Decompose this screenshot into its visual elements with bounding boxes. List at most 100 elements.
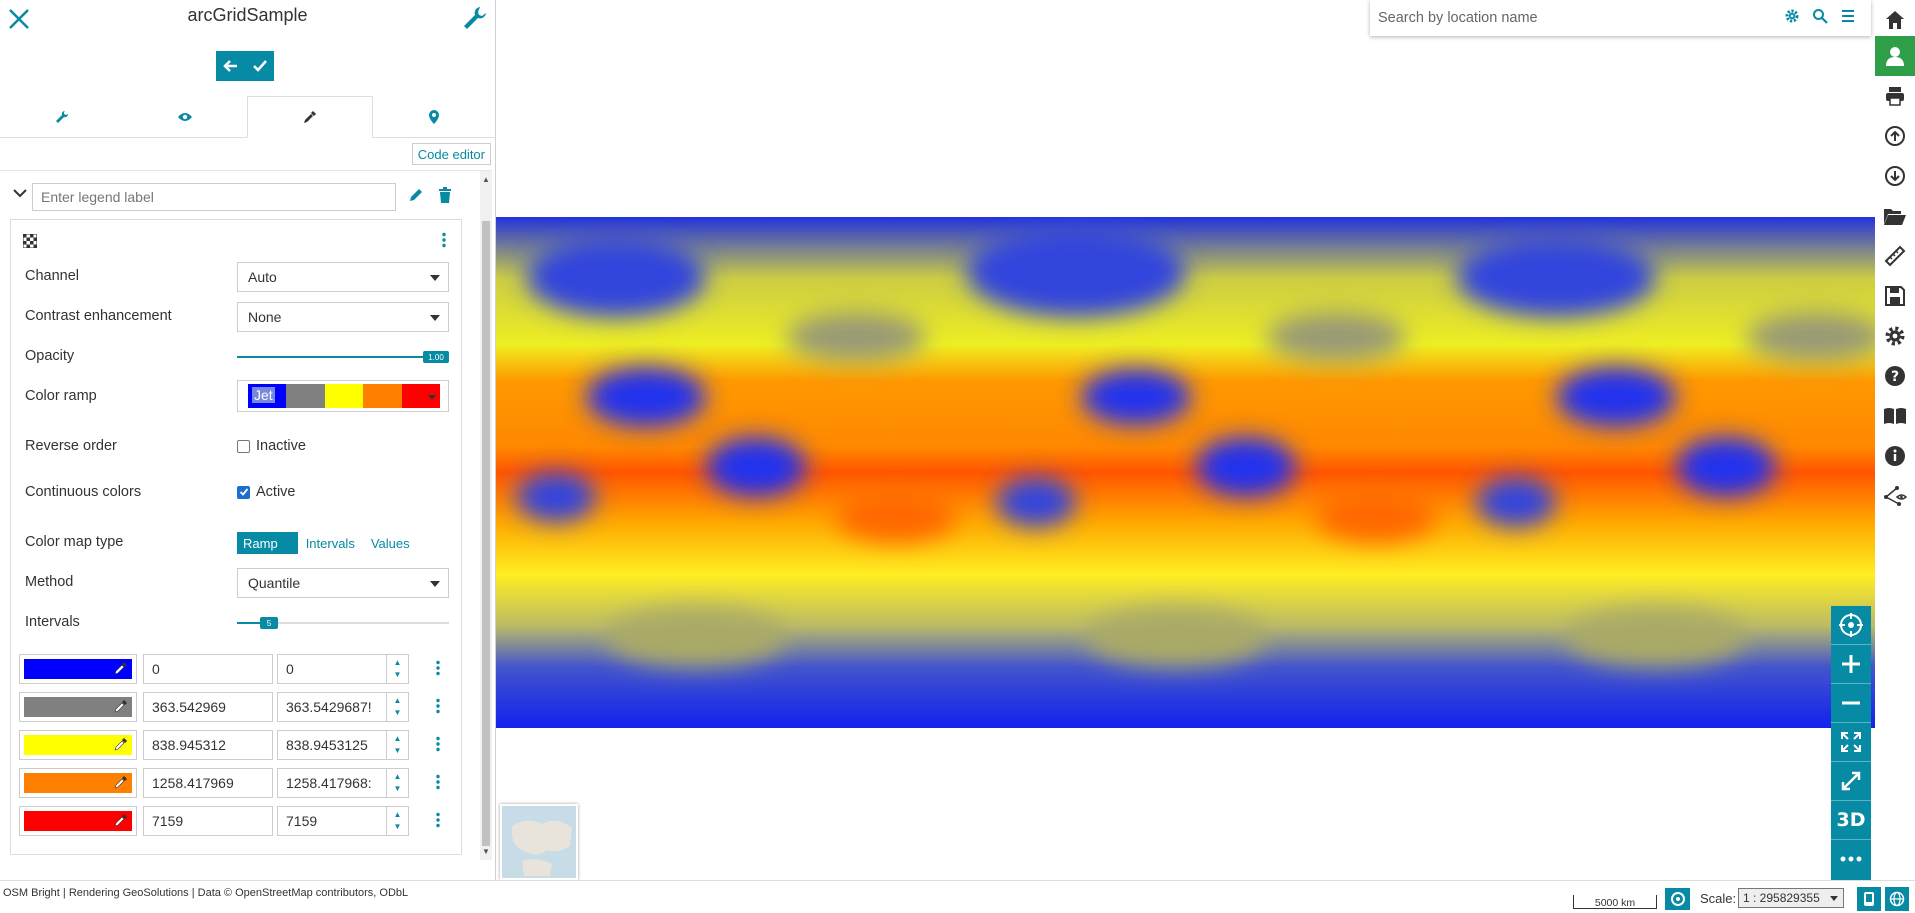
stepper-down-icon[interactable]: ▼ xyxy=(394,784,402,794)
zoom-out-button[interactable] xyxy=(1831,684,1871,722)
scrollbar-thumb[interactable] xyxy=(482,221,490,846)
search-settings-button[interactable] xyxy=(1784,8,1800,27)
stepper-up-icon[interactable]: ▲ xyxy=(394,772,402,782)
back-button[interactable] xyxy=(216,51,245,81)
folder-open-icon xyxy=(1884,209,1906,225)
color-ramp-label: Color ramp xyxy=(25,388,97,404)
opacity-slider[interactable]: 1.00 xyxy=(237,351,449,363)
entry-quantity-input[interactable] xyxy=(143,654,273,684)
confirm-button[interactable] xyxy=(245,51,274,81)
tab-display[interactable] xyxy=(124,96,248,137)
map-attribution: OSM Bright | Rendering GeoSolutions | Da… xyxy=(3,887,409,899)
entry-label-input[interactable] xyxy=(277,654,387,684)
stepper-up-icon[interactable]: ▲ xyxy=(394,810,402,820)
entry-menu-button[interactable] xyxy=(435,660,441,679)
intervals-slider-handle[interactable]: 5 xyxy=(260,617,278,629)
entry-menu-button[interactable] xyxy=(435,774,441,793)
zoom-to-extent-button[interactable] xyxy=(1831,723,1871,761)
about-button[interactable] xyxy=(1875,436,1915,476)
color-map-type-values[interactable]: Values xyxy=(363,532,418,554)
print-button[interactable] xyxy=(1875,76,1915,116)
crs-selector-button[interactable] xyxy=(1665,888,1690,910)
method-value: Quantile xyxy=(248,575,301,591)
scroll-down-arrow[interactable]: ▼ xyxy=(482,847,490,856)
tab-style[interactable] xyxy=(247,96,373,138)
mobile-toggle-button[interactable] xyxy=(1857,887,1881,911)
tab-feature-info[interactable] xyxy=(373,96,497,137)
intervals-slider[interactable]: 5 xyxy=(237,617,449,629)
scroll-up-arrow[interactable]: ▲ xyxy=(482,175,490,184)
fullscreen-button[interactable] xyxy=(1831,762,1871,800)
color-map-type-ramp[interactable]: Ramp xyxy=(237,532,298,554)
search-menu-button[interactable] xyxy=(1840,8,1856,27)
color-map-type-intervals[interactable]: Intervals xyxy=(298,532,363,554)
contrast-select[interactable]: None xyxy=(237,302,449,332)
entry-label-input[interactable] xyxy=(277,768,387,798)
crosshair-icon xyxy=(1839,613,1863,637)
tab-general[interactable] xyxy=(0,96,124,137)
help-button[interactable]: ? xyxy=(1875,356,1915,396)
stepper-down-icon[interactable]: ▼ xyxy=(394,670,402,680)
open-map-button[interactable] xyxy=(1875,196,1915,236)
save-button[interactable] xyxy=(1875,276,1915,316)
entry-menu-button[interactable] xyxy=(435,812,441,831)
settings-button[interactable] xyxy=(1875,316,1915,356)
entry-quantity-input[interactable] xyxy=(143,806,273,836)
raster-layer-image[interactable] xyxy=(496,217,1875,728)
entry-color-picker[interactable] xyxy=(19,768,137,798)
legend-label-input[interactable] xyxy=(32,183,396,211)
stepper-up-icon[interactable]: ▲ xyxy=(394,658,402,668)
phone-icon xyxy=(1864,892,1874,906)
home-icon xyxy=(1886,11,1904,29)
scale-bar: 5000 km xyxy=(1573,895,1657,909)
more-controls-button[interactable] xyxy=(1831,840,1871,878)
edit-rule-button[interactable] xyxy=(408,187,424,206)
scale-select[interactable]: 1 : 295829355 xyxy=(1738,888,1844,908)
code-editor-button[interactable]: Code editor xyxy=(411,143,491,165)
export-button[interactable] xyxy=(1875,116,1915,156)
stepper-down-icon[interactable]: ▼ xyxy=(394,708,402,718)
continuous-colors-checkbox[interactable]: Active xyxy=(237,484,296,500)
street-view-button[interactable] xyxy=(1875,476,1915,516)
measure-button[interactable] xyxy=(1875,236,1915,276)
entry-label-input[interactable] xyxy=(277,730,387,760)
entry-label-input[interactable] xyxy=(277,692,387,722)
color-ramp-select[interactable]: Jet xyxy=(237,380,449,412)
symbolizer-menu-button[interactable] xyxy=(441,232,447,251)
caret-down-icon xyxy=(430,581,440,587)
import-button[interactable] xyxy=(1875,156,1915,196)
entry-menu-button[interactable] xyxy=(435,698,441,717)
stepper-up-icon[interactable]: ▲ xyxy=(394,696,402,706)
overview-map[interactable] xyxy=(500,804,578,880)
reverse-order-checkbox[interactable]: Inactive xyxy=(237,438,306,454)
entry-label-input[interactable] xyxy=(277,806,387,836)
entry-color-picker[interactable] xyxy=(19,730,137,760)
stepper-up-icon[interactable]: ▲ xyxy=(394,734,402,744)
opacity-slider-handle[interactable]: 1.00 xyxy=(423,351,449,363)
tools-button[interactable] xyxy=(460,3,490,33)
search-button[interactable] xyxy=(1812,8,1828,27)
search-input[interactable] xyxy=(1376,4,1756,32)
globe-button[interactable] xyxy=(1885,887,1909,911)
toggle-3d-button[interactable]: 3D xyxy=(1831,801,1871,839)
zoom-in-button[interactable] xyxy=(1831,645,1871,683)
channel-select[interactable]: Auto xyxy=(237,262,449,292)
locate-me-button[interactable] xyxy=(1831,606,1871,644)
entry-quantity-input[interactable] xyxy=(143,730,273,760)
scrollbar[interactable]: ▲ ▼ xyxy=(480,171,492,860)
delete-rule-button[interactable] xyxy=(438,187,452,206)
entry-quantity-input[interactable] xyxy=(143,692,273,722)
stepper-down-icon[interactable]: ▼ xyxy=(394,822,402,832)
tutorial-button[interactable] xyxy=(1875,396,1915,436)
entry-quantity-input[interactable] xyxy=(143,768,273,798)
stepper-down-icon[interactable]: ▼ xyxy=(394,746,402,756)
entry-menu-button[interactable] xyxy=(435,736,441,755)
entry-color-picker[interactable] xyxy=(19,654,137,684)
collapse-rule-button[interactable] xyxy=(12,185,32,205)
entry-color-picker[interactable] xyxy=(19,806,137,836)
method-select[interactable]: Quantile xyxy=(237,568,449,598)
search-icon xyxy=(1813,9,1828,24)
home-button[interactable] xyxy=(1875,0,1915,40)
entry-color-picker[interactable] xyxy=(19,692,137,722)
login-button[interactable] xyxy=(1875,36,1915,76)
